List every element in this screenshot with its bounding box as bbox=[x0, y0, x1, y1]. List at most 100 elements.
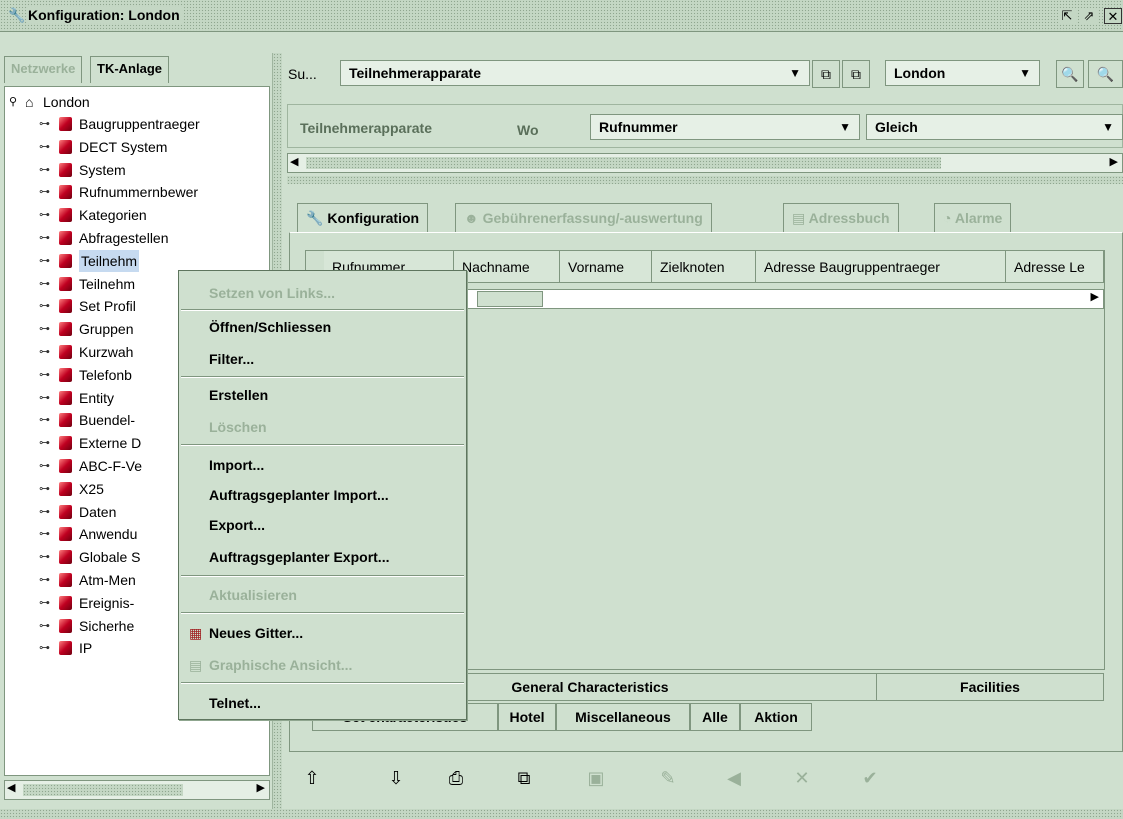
expand-key-icon[interactable]: ⊶ bbox=[39, 501, 53, 523]
search-icon[interactable]: 🔍 bbox=[1056, 60, 1084, 88]
object-type-select[interactable]: Teilnehmerapparate ▼ bbox=[340, 60, 810, 86]
expand-key-icon[interactable]: ⊶ bbox=[39, 523, 53, 545]
tab-konfiguration[interactable]: 🔧 Konfiguration bbox=[297, 203, 429, 233]
tree-item[interactable]: ⊶ DECT System bbox=[5, 136, 269, 158]
tree-item-label: DECT System bbox=[79, 138, 168, 155]
copy-icon[interactable]: ⧉ bbox=[812, 60, 840, 88]
tab-alarme[interactable]: ◔ Alarme bbox=[934, 203, 1012, 233]
column-header-adresse-bgt[interactable]: Adresse Baugruppentraeger bbox=[756, 251, 1006, 283]
menu-item-import[interactable]: Import... bbox=[179, 451, 466, 479]
tree-item-label: Telefonb bbox=[79, 366, 132, 383]
tab-gebuehren[interactable]: ☻ Gebührenerfassung/-auswertung bbox=[455, 203, 712, 233]
table-cell[interactable] bbox=[477, 291, 543, 307]
tree-item-label: Teilnehm bbox=[79, 275, 136, 292]
new-record-icon[interactable]: ✎ bbox=[656, 766, 680, 790]
bottom-splitter[interactable] bbox=[0, 809, 1123, 819]
tree-item[interactable]: ⊶ Baugruppentraeger bbox=[5, 113, 269, 135]
menu-item-erstellen[interactable]: Erstellen bbox=[179, 381, 466, 409]
menu-item-auftragsgeplanter-import[interactable]: Auftragsgeplanter Import... bbox=[179, 481, 466, 509]
expand-key-icon[interactable]: ⊶ bbox=[39, 204, 53, 226]
subtab-alle[interactable]: Alle bbox=[690, 703, 740, 731]
expand-key-icon[interactable]: ⊶ bbox=[39, 136, 53, 158]
tree-item[interactable]: ⊶ Teilnehm bbox=[5, 249, 269, 272]
menu-item-setzen-links[interactable]: Setzen von Links... bbox=[179, 279, 466, 307]
subtab-miscellaneous[interactable]: Miscellaneous bbox=[556, 703, 690, 731]
menu-item-graphische-ansicht[interactable]: ▤ Graphische Ansicht... bbox=[179, 651, 466, 679]
column-header-nachname[interactable]: Nachname bbox=[454, 251, 560, 283]
scroll-right-icon[interactable]: ▶ bbox=[257, 781, 265, 794]
expand-key-icon[interactable]: ⊶ bbox=[39, 364, 53, 386]
expand-key-icon[interactable]: ⊶ bbox=[39, 113, 53, 135]
search-advanced-icon[interactable]: 🔍 bbox=[1088, 60, 1123, 88]
menu-separator bbox=[181, 575, 464, 577]
expand-key-icon[interactable]: ⊶ bbox=[39, 159, 53, 181]
tab-tk-anlage[interactable]: TK-Anlage bbox=[90, 56, 169, 83]
expand-key-icon[interactable]: ⊶ bbox=[39, 295, 53, 317]
close-icon[interactable]: ✕ bbox=[1104, 8, 1122, 24]
expand-key-icon[interactable]: ⊶ bbox=[39, 273, 53, 295]
menu-item-neues-gitter[interactable]: ▦ Neues Gitter... bbox=[179, 619, 466, 647]
save-icon[interactable]: ▣ bbox=[584, 766, 608, 790]
tree-item[interactable]: ⊶ System bbox=[5, 159, 269, 181]
expand-key-icon[interactable]: ⊶ bbox=[39, 387, 53, 409]
subtab-hotel[interactable]: Hotel bbox=[498, 703, 556, 731]
delete-icon[interactable]: ✕ bbox=[790, 766, 814, 790]
tab-adressbuch[interactable]: ▤ Adressbuch bbox=[783, 203, 899, 233]
paste-icon[interactable]: ⧉ bbox=[842, 60, 870, 88]
menu-item-auftragsgeplanter-export[interactable]: Auftragsgeplanter Export... bbox=[179, 543, 466, 571]
expand-key-icon[interactable]: ⊶ bbox=[39, 615, 53, 637]
scroll-thumb[interactable] bbox=[306, 157, 941, 169]
right-horizontal-scrollbar[interactable]: ◀ ▶ bbox=[287, 153, 1123, 173]
scroll-track[interactable] bbox=[23, 784, 183, 796]
left-horizontal-scrollbar[interactable]: ◀ ▶ bbox=[4, 780, 270, 800]
menu-item-loeschen[interactable]: Löschen bbox=[179, 413, 466, 441]
expand-key-icon[interactable]: ⊶ bbox=[39, 637, 53, 659]
scroll-left-icon[interactable]: ◀ bbox=[7, 781, 15, 794]
expand-key-icon[interactable]: ⊶ bbox=[39, 318, 53, 340]
book-icon bbox=[59, 162, 72, 177]
expand-key-icon[interactable]: ⊶ bbox=[39, 432, 53, 454]
expand-key-icon[interactable]: ⊶ bbox=[39, 181, 53, 203]
scroll-right-icon[interactable]: ▶ bbox=[1110, 155, 1118, 168]
location-select[interactable]: London ▼ bbox=[885, 60, 1040, 86]
tree-item-label: Rufnummernbewer bbox=[79, 184, 199, 201]
back-icon[interactable]: ◀ bbox=[722, 766, 746, 790]
expand-key-icon[interactable]: ⊶ bbox=[39, 478, 53, 500]
expand-key-icon[interactable]: ⊶ bbox=[39, 569, 53, 591]
subtab-facilities[interactable]: Facilities bbox=[876, 673, 1104, 701]
expand-key-icon[interactable]: ⊶ bbox=[39, 409, 53, 431]
detach-icon[interactable]: ⇱ bbox=[1058, 8, 1076, 24]
scroll-right-icon[interactable]: ▶ bbox=[1091, 290, 1099, 303]
print-icon[interactable]: ⎙ bbox=[444, 766, 468, 790]
maximize-icon[interactable]: ⇗ bbox=[1080, 8, 1098, 24]
menu-separator bbox=[181, 444, 464, 446]
arrow-down-icon[interactable]: ⇩ bbox=[384, 766, 408, 790]
menu-item-export[interactable]: Export... bbox=[179, 511, 466, 539]
filter-operator-select[interactable]: Gleich ▼ bbox=[866, 114, 1123, 140]
tab-gebuehren-label: Gebührenerfassung/-auswertung bbox=[482, 210, 703, 226]
expand-key-icon[interactable]: ⊶ bbox=[39, 250, 53, 272]
horizontal-splitter[interactable] bbox=[287, 176, 1123, 184]
menu-item-oeffnen-schliessen[interactable]: Öffnen/Schliessen bbox=[179, 313, 466, 341]
column-header-vorname[interactable]: Vorname bbox=[560, 251, 652, 283]
expand-key-icon[interactable]: ⊶ bbox=[39, 455, 53, 477]
column-header-zielknoten[interactable]: Zielknoten bbox=[652, 251, 756, 283]
tree-item[interactable]: ⊶ Abfragestellen bbox=[5, 227, 269, 249]
expand-key-icon[interactable]: ⊶ bbox=[39, 341, 53, 363]
column-header-adresse-le[interactable]: Adresse Le bbox=[1006, 251, 1104, 283]
subtab-aktion[interactable]: Aktion bbox=[740, 703, 812, 731]
menu-item-filter[interactable]: Filter... bbox=[179, 345, 466, 373]
menu-item-aktualisieren[interactable]: Aktualisieren bbox=[179, 581, 466, 609]
filter-field-select[interactable]: Rufnummer ▼ bbox=[590, 114, 860, 140]
expand-key-icon[interactable]: ⊶ bbox=[39, 546, 53, 568]
tree-item[interactable]: ⊶ Kategorien bbox=[5, 204, 269, 226]
arrow-up-icon[interactable]: ⇧ bbox=[300, 766, 324, 790]
expand-key-icon[interactable]: ⊶ bbox=[39, 592, 53, 614]
expand-key-icon[interactable]: ⊶ bbox=[39, 227, 53, 249]
tree-item[interactable]: ⊶ Rufnummernbewer bbox=[5, 181, 269, 203]
scroll-left-icon[interactable]: ◀ bbox=[290, 155, 298, 168]
copy-record-icon[interactable]: ⧉ bbox=[512, 766, 536, 790]
apply-icon[interactable]: ✔ bbox=[858, 766, 882, 790]
menu-item-telnet[interactable]: Telnet... bbox=[179, 689, 466, 717]
tab-netzwerke[interactable]: Netzwerke bbox=[4, 56, 83, 83]
